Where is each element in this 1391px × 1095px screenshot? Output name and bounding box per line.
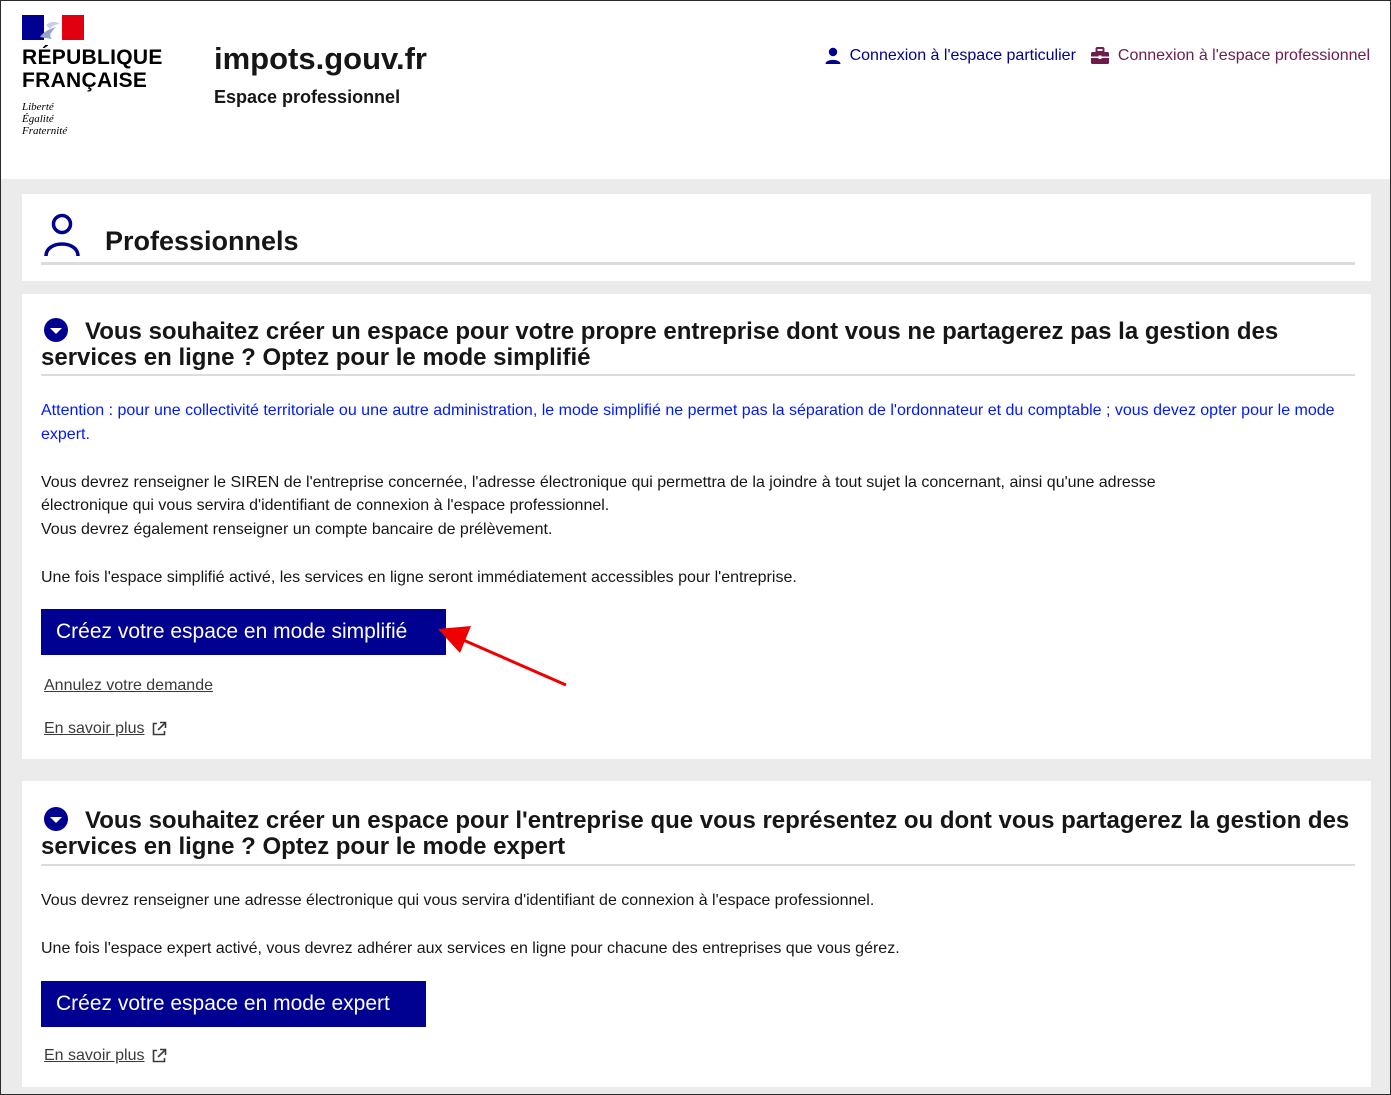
rf-line1: RÉPUBLIQUE (22, 46, 163, 69)
user-icon (825, 47, 841, 64)
chevron-down-circle-icon (44, 807, 68, 831)
info-siren-line2: électronique qui vous servira d'identifi… (41, 497, 610, 514)
site-tagline: Espace professionnel (214, 87, 401, 107)
motto-liberte: Liberté (22, 101, 54, 113)
en-savoir-plus-expert-link[interactable]: En savoir plus (44, 1047, 167, 1065)
header-tools: Connexion à l'espace particulier Connexi… (824, 47, 1370, 65)
creer-espace-expert-button[interactable]: Créez votre espace en mode expert (41, 981, 426, 1027)
section-expert-heading: Vous souhaitez créer un espace pour l'en… (41, 807, 1350, 860)
title-row: Professionnels (41, 194, 1355, 265)
briefcase-icon (1090, 47, 1109, 64)
creer-espace-simplifie-button[interactable]: Créez votre espace en mode simplifié (41, 609, 446, 655)
connexion-professionnel-link[interactable]: Connexion à l'espace professionnel (1090, 47, 1370, 65)
motto-fraternite: Fraternité (22, 125, 68, 137)
rf-line2: FRANÇAISE (22, 69, 148, 92)
person-outline-icon (44, 213, 80, 257)
section-expert-header[interactable]: Vous souhaitez créer un espace pour l'en… (41, 807, 1355, 866)
motto: Liberté Égalité Fraternité (22, 101, 67, 137)
section-simplifie-header[interactable]: Vous souhaitez créer un espace pour votr… (41, 318, 1355, 376)
info-identifiant-expert: Vous devrez renseigner une adresse élect… (41, 892, 875, 909)
section-simplifie-heading: Vous souhaitez créer un espace pour votr… (41, 318, 1279, 371)
motto-egalite: Égalité (22, 113, 54, 125)
info-activation-simplifie: Une fois l'espace simplifié activé, les … (41, 569, 797, 586)
site-name-link[interactable]: impots.gouv.fr (214, 41, 427, 77)
chevron-down-circle-icon (44, 318, 68, 342)
section-mode-expert: Vous souhaitez créer un espace pour l'en… (22, 781, 1371, 1087)
warning-collectivite: Attention : pour une collectivité territ… (41, 402, 1335, 443)
site-header: RÉPUBLIQUE FRANÇAISE Liberté Égalité Fra… (1, 1, 1390, 179)
section-mode-simplifie: Vous souhaitez créer un espace pour votr… (22, 294, 1371, 759)
info-compte-bancaire: Vous devrez également renseigner un comp… (41, 521, 553, 538)
info-activation-expert: Une fois l'espace expert activé, vous de… (41, 940, 900, 957)
en-savoir-plus-label: En savoir plus (44, 1047, 145, 1064)
page-title: Professionnels (105, 226, 299, 256)
republique-francaise-text: RÉPUBLIQUE FRANÇAISE (22, 46, 163, 92)
page-frame: RÉPUBLIQUE FRANÇAISE Liberté Égalité Fra… (0, 0, 1391, 1095)
external-link-icon (152, 721, 166, 736)
marianne-flag-logo (22, 15, 84, 40)
annuler-demande-link[interactable]: Annulez votre demande (44, 677, 213, 695)
connexion-particulier-link[interactable]: Connexion à l'espace particulier (824, 47, 1076, 65)
en-savoir-plus-simplifie-link[interactable]: En savoir plus (44, 720, 167, 738)
connexion-professionnel-label: Connexion à l'espace professionnel (1117, 47, 1370, 64)
annuler-demande-label: Annulez votre demande (44, 677, 213, 694)
external-link-icon (152, 1048, 166, 1063)
info-siren-line1: Vous devrez renseigner le SIREN de l'ent… (41, 474, 1156, 491)
connexion-particulier-label: Connexion à l'espace particulier (849, 47, 1076, 64)
en-savoir-plus-label: En savoir plus (44, 720, 145, 737)
title-panel: Professionnels (22, 194, 1371, 281)
